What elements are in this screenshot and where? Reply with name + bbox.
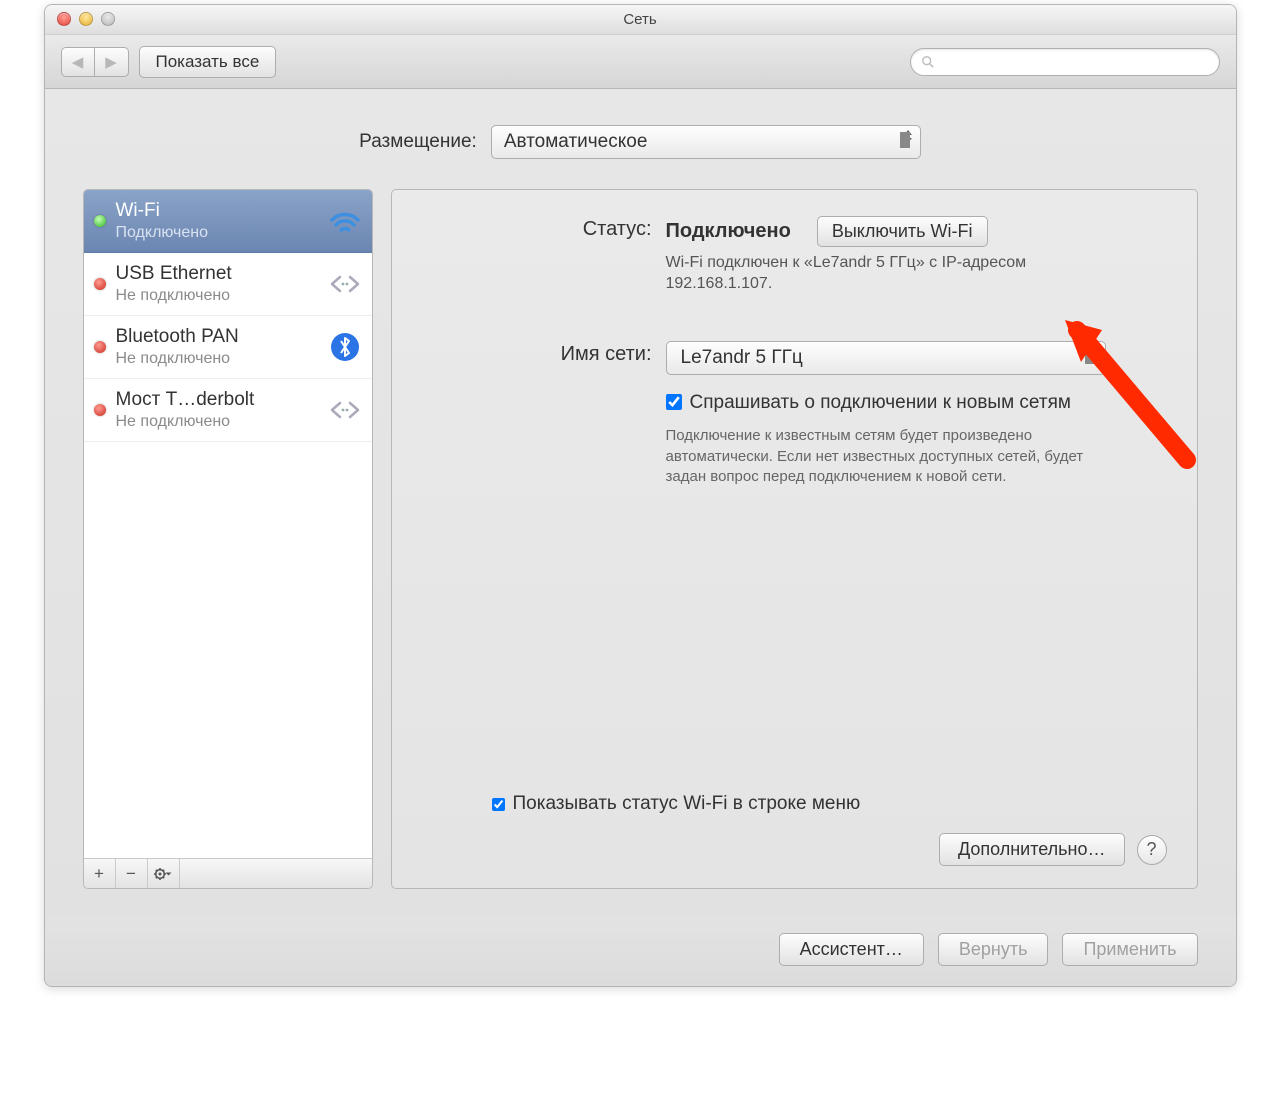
ask-to-join-help: Подключение к известным сетям будет прои… — [666, 426, 1096, 487]
network-preferences-window: Сеть ◀ ▶ Показать все Размещение: Автома… — [44, 4, 1237, 987]
service-name: USB Ethernet — [116, 263, 318, 286]
service-item-thunderbolt-bridge[interactable]: Мост T…derbolt Не подключено — [84, 379, 372, 442]
service-status: Не подключено — [116, 412, 318, 431]
search-icon — [921, 55, 935, 69]
status-label: Статус: — [422, 216, 652, 241]
service-status: Не подключено — [116, 349, 318, 368]
service-name: Bluetooth PAN — [116, 326, 318, 349]
status-description: Wi-Fi подключен к «Le7andr 5 ГГц» с IP-а… — [666, 253, 1066, 295]
assistant-button[interactable]: Ассистент… — [779, 933, 924, 966]
titlebar: Сеть — [45, 5, 1236, 35]
ask-to-join-checkbox[interactable] — [666, 394, 682, 410]
services-sidebar: Wi-Fi Подключено USB Ethernet Не подключ… — [83, 189, 373, 889]
ethernet-icon — [328, 273, 362, 295]
show-wifi-menubar-checkbox[interactable] — [492, 798, 505, 811]
bluetooth-icon — [328, 332, 362, 362]
body: Размещение: Автоматическое Wi-Fi Подключ… — [45, 89, 1236, 917]
add-service-button[interactable]: + — [84, 859, 116, 888]
chevron-updown-icon — [904, 130, 912, 143]
show-all-button[interactable]: Показать все — [139, 46, 277, 78]
search-field[interactable] — [910, 48, 1220, 76]
columns: Wi-Fi Подключено USB Ethernet Не подключ… — [83, 189, 1198, 889]
service-item-bluetooth-pan[interactable]: Bluetooth PAN Не подключено — [84, 316, 372, 379]
zoom-icon[interactable] — [101, 12, 115, 26]
status-dot-icon — [94, 215, 106, 227]
show-in-menubar-row: Показывать статус Wi-Fi в строке меню — [422, 793, 1167, 815]
back-button[interactable]: ◀ — [61, 47, 95, 77]
help-button[interactable]: ? — [1137, 835, 1167, 865]
wifi-icon — [328, 208, 362, 234]
advanced-button[interactable]: Дополнительно… — [939, 833, 1125, 866]
service-name: Wi-Fi — [116, 200, 318, 223]
location-label: Размещение: — [359, 131, 477, 153]
gear-icon — [153, 867, 173, 881]
search-input[interactable] — [941, 54, 1209, 70]
services-list: Wi-Fi Подключено USB Ethernet Не подключ… — [84, 190, 372, 858]
status-dot-icon — [94, 341, 106, 353]
location-select[interactable]: Автоматическое — [491, 125, 921, 159]
nav-segment: ◀ ▶ — [61, 47, 129, 77]
ask-to-join-label: Спрашивать о подключении к новым сетям — [690, 391, 1071, 415]
forward-button[interactable]: ▶ — [95, 47, 129, 77]
detail-panel: Статус: Подключено Выключить Wi-Fi Wi-Fi… — [391, 189, 1198, 889]
status-value: Подключено — [666, 220, 791, 243]
network-name-row: Имя сети: Le7andr 5 ГГц — [422, 341, 1167, 375]
window-title: Сеть — [623, 11, 656, 28]
detail-bottom-row: Дополнительно… ? — [422, 833, 1167, 866]
sidebar-footer: + − — [84, 858, 372, 888]
minimize-icon[interactable] — [79, 12, 93, 26]
window-controls — [57, 12, 115, 26]
revert-button[interactable]: Вернуть — [938, 933, 1049, 966]
ask-to-join-row: Спрашивать о подключении к новым сетям П… — [422, 391, 1167, 488]
service-actions-button[interactable] — [148, 859, 180, 888]
close-icon[interactable] — [57, 12, 71, 26]
ethernet-icon — [328, 399, 362, 421]
service-name: Мост T…derbolt — [116, 389, 318, 412]
apply-button[interactable]: Применить — [1062, 933, 1197, 966]
status-row: Статус: Подключено Выключить Wi-Fi Wi-Fi… — [422, 216, 1167, 295]
service-item-wifi[interactable]: Wi-Fi Подключено — [84, 190, 372, 253]
location-value: Автоматическое — [504, 131, 648, 152]
status-dot-icon — [94, 404, 106, 416]
service-item-usb-ethernet[interactable]: USB Ethernet Не подключено — [84, 253, 372, 316]
network-label: Имя сети: — [422, 341, 652, 366]
network-name-select[interactable]: Le7andr 5 ГГц — [666, 341, 1106, 375]
footer-buttons: Ассистент… Вернуть Применить — [45, 917, 1236, 986]
service-status: Не подключено — [116, 286, 318, 305]
show-wifi-menubar-label: Показывать статус Wi-Fi в строке меню — [513, 793, 861, 815]
status-dot-icon — [94, 278, 106, 290]
remove-service-button[interactable]: − — [116, 859, 148, 888]
toolbar: ◀ ▶ Показать все — [45, 35, 1236, 89]
network-name-value: Le7andr 5 ГГц — [681, 347, 803, 368]
turn-wifi-off-button[interactable]: Выключить Wi-Fi — [817, 216, 988, 247]
chevron-updown-icon — [1089, 346, 1097, 359]
location-row: Размещение: Автоматическое — [83, 125, 1198, 159]
service-status: Подключено — [116, 223, 318, 242]
